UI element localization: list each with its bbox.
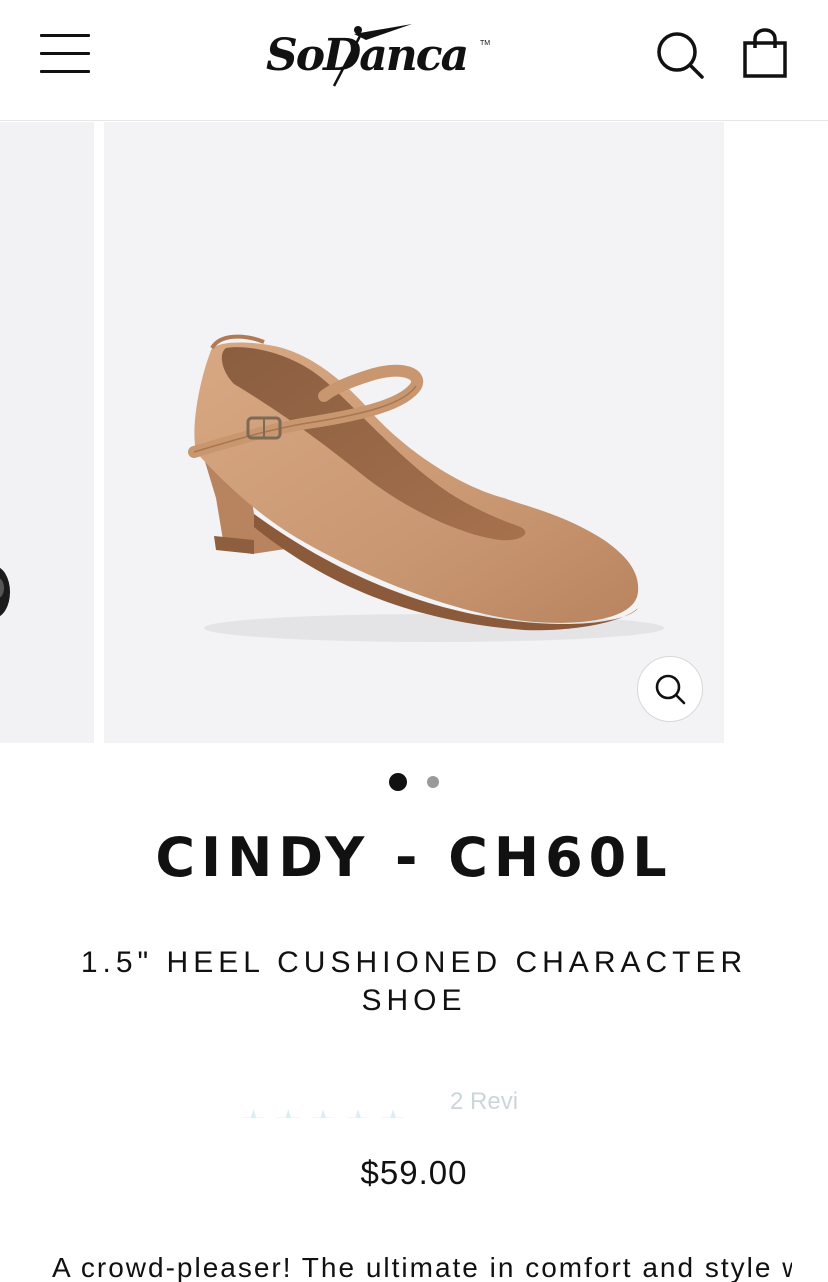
product-subtitle: 1.5" HEEL CUSHIONED CHARACTER SHOE — [80, 946, 748, 1017]
cart-button[interactable] — [740, 26, 790, 80]
shoe-image — [188, 334, 664, 642]
brand-logo[interactable]: SoDanca TM — [262, 18, 492, 90]
product-price: $59.00 — [360, 1154, 468, 1191]
next-slide[interactable] — [732, 122, 828, 743]
search-icon — [657, 32, 704, 79]
pagination-dot[interactable] — [427, 776, 439, 788]
search-button[interactable] — [655, 30, 705, 80]
gallery-pagination — [0, 770, 828, 792]
menu-button[interactable] — [40, 34, 92, 74]
reviews-count: 2 Revi — [450, 1088, 519, 1115]
zoom-button[interactable] — [637, 656, 703, 722]
product-title: CINDY - CH60L — [155, 826, 673, 889]
logo-dancer-mark — [332, 24, 412, 87]
previous-slide[interactable] — [0, 122, 94, 743]
zoom-icon — [655, 674, 686, 705]
pagination-dot-active[interactable] — [389, 773, 407, 791]
hamburger-icon-bar — [40, 52, 90, 55]
product-image-gallery[interactable] — [0, 122, 828, 743]
previous-shoe-image — [0, 567, 10, 617]
product-description: A crowd-pleaser! The ultimate in comfort… — [52, 1252, 792, 1282]
hamburger-icon — [40, 34, 90, 37]
product-reviews[interactable]: ★★★★★ 2 Revi — [240, 1088, 560, 1118]
hamburger-icon-bar — [40, 70, 90, 73]
star-rating-icon: ★★★★★ — [240, 1104, 414, 1118]
shopping-bag-icon — [743, 28, 787, 78]
logo-trademark: TM — [480, 40, 491, 47]
main-product-image[interactable] — [104, 122, 724, 743]
site-header: SoDanca TM — [0, 0, 828, 121]
